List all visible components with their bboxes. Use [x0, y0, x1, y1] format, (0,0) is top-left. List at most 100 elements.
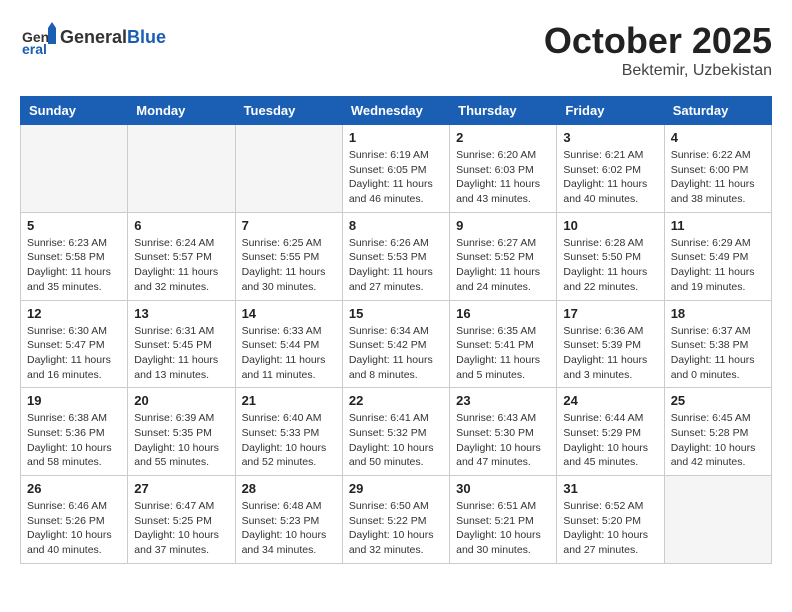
calendar-cell: 11Sunrise: 6:29 AM Sunset: 5:49 PM Dayli… — [664, 212, 771, 300]
month-year: October 2025 — [544, 20, 772, 62]
day-info: Sunrise: 6:19 AM Sunset: 6:05 PM Dayligh… — [349, 148, 443, 207]
calendar-cell: 25Sunrise: 6:45 AM Sunset: 5:28 PM Dayli… — [664, 388, 771, 476]
day-number: 27 — [134, 481, 228, 496]
calendar-cell: 29 Sunrise: 6:50 AM Sunset: 5:22 PM Dayli… — [342, 476, 449, 564]
day-number: 29 — [349, 481, 443, 496]
day-number: 19 — [27, 393, 121, 408]
calendar-cell: 1Sunrise: 6:19 AM Sunset: 6:05 PM Daylig… — [342, 125, 449, 213]
day-number: 4 — [671, 130, 765, 145]
day-number: 5 — [27, 218, 121, 233]
day-info: Sunrise: 6:35 AM Sunset: 5:41 PM Dayligh… — [456, 324, 550, 383]
week-row-3: 12Sunrise: 6:30 AM Sunset: 5:47 PM Dayli… — [21, 300, 772, 388]
calendar-cell: 5 Sunrise: 6:23 AM Sunset: 5:58 PM Daylig… — [21, 212, 128, 300]
day-info: Sunrise: 6:20 AM Sunset: 6:03 PM Dayligh… — [456, 148, 550, 207]
calendar-cell: 10 Sunrise: 6:28 AM Sunset: 5:50 PM Dayli… — [557, 212, 664, 300]
calendar-cell: 30 Sunrise: 6:51 AM Sunset: 5:21 PM Dayli… — [450, 476, 557, 564]
day-number: 21 — [242, 393, 336, 408]
logo-icon: Gen eral — [20, 20, 56, 56]
calendar-cell: 8 Sunrise: 6:26 AM Sunset: 5:53 PM Daylig… — [342, 212, 449, 300]
column-header-thursday: Thursday — [450, 97, 557, 125]
calendar-cell — [21, 125, 128, 213]
day-info: Sunrise: 6:22 AM Sunset: 6:00 PM Dayligh… — [671, 148, 765, 207]
day-info: Sunrise: 6:21 AM Sunset: 6:02 PM Dayligh… — [563, 148, 657, 207]
day-info: Sunrise: 6:26 AM Sunset: 5:53 PM Dayligh… — [349, 236, 443, 295]
page-header: Gen eral GeneralBlue October 2025 Bektem… — [20, 20, 772, 80]
day-number: 31 — [563, 481, 657, 496]
location: Bektemir, Uzbekistan — [544, 62, 772, 80]
day-info: Sunrise: 6:52 AM Sunset: 5:20 PM Dayligh… — [563, 499, 657, 558]
day-info: Sunrise: 6:46 AM Sunset: 5:26 PM Dayligh… — [27, 499, 121, 558]
calendar-cell: 14 Sunrise: 6:33 AM Sunset: 5:44 PM Dayli… — [235, 300, 342, 388]
day-info: Sunrise: 6:33 AM Sunset: 5:44 PM Dayligh… — [242, 324, 336, 383]
day-info: Sunrise: 6:48 AM Sunset: 5:23 PM Dayligh… — [242, 499, 336, 558]
calendar-cell: 27 Sunrise: 6:47 AM Sunset: 5:25 PM Dayli… — [128, 476, 235, 564]
calendar-table: SundayMondayTuesdayWednesdayThursdayFrid… — [20, 96, 772, 564]
day-info: Sunrise: 6:43 AM Sunset: 5:30 PM Dayligh… — [456, 411, 550, 470]
day-info: Sunrise: 6:50 AM Sunset: 5:22 PM Dayligh… — [349, 499, 443, 558]
day-info: Sunrise: 6:41 AM Sunset: 5:32 PM Dayligh… — [349, 411, 443, 470]
calendar-cell: 2Sunrise: 6:20 AM Sunset: 6:03 PM Daylig… — [450, 125, 557, 213]
day-info: Sunrise: 6:37 AM Sunset: 5:38 PM Dayligh… — [671, 324, 765, 383]
week-row-2: 5 Sunrise: 6:23 AM Sunset: 5:58 PM Daylig… — [21, 212, 772, 300]
calendar-cell: 17Sunrise: 6:36 AM Sunset: 5:39 PM Dayli… — [557, 300, 664, 388]
day-info: Sunrise: 6:28 AM Sunset: 5:50 PM Dayligh… — [563, 236, 657, 295]
calendar-cell: 7Sunrise: 6:25 AM Sunset: 5:55 PM Daylig… — [235, 212, 342, 300]
calendar-cell — [128, 125, 235, 213]
calendar-cell: 19 Sunrise: 6:38 AM Sunset: 5:36 PM Dayli… — [21, 388, 128, 476]
calendar-cell — [235, 125, 342, 213]
svg-text:eral: eral — [22, 41, 47, 56]
day-info: Sunrise: 6:39 AM Sunset: 5:35 PM Dayligh… — [134, 411, 228, 470]
day-info: Sunrise: 6:31 AM Sunset: 5:45 PM Dayligh… — [134, 324, 228, 383]
week-row-4: 19 Sunrise: 6:38 AM Sunset: 5:36 PM Dayli… — [21, 388, 772, 476]
column-header-sunday: Sunday — [21, 97, 128, 125]
day-number: 3 — [563, 130, 657, 145]
day-number: 24 — [563, 393, 657, 408]
day-number: 6 — [134, 218, 228, 233]
day-info: Sunrise: 6:24 AM Sunset: 5:57 PM Dayligh… — [134, 236, 228, 295]
day-number: 28 — [242, 481, 336, 496]
day-info: Sunrise: 6:25 AM Sunset: 5:55 PM Dayligh… — [242, 236, 336, 295]
day-info: Sunrise: 6:47 AM Sunset: 5:25 PM Dayligh… — [134, 499, 228, 558]
calendar-cell: 26Sunrise: 6:46 AM Sunset: 5:26 PM Dayli… — [21, 476, 128, 564]
day-number: 15 — [349, 306, 443, 321]
column-header-monday: Monday — [128, 97, 235, 125]
day-number: 10 — [563, 218, 657, 233]
calendar-header-row: SundayMondayTuesdayWednesdayThursdayFrid… — [21, 97, 772, 125]
week-row-5: 26Sunrise: 6:46 AM Sunset: 5:26 PM Dayli… — [21, 476, 772, 564]
column-header-tuesday: Tuesday — [235, 97, 342, 125]
column-header-saturday: Saturday — [664, 97, 771, 125]
day-number: 12 — [27, 306, 121, 321]
column-header-friday: Friday — [557, 97, 664, 125]
day-info: Sunrise: 6:45 AM Sunset: 5:28 PM Dayligh… — [671, 411, 765, 470]
calendar-cell: 16Sunrise: 6:35 AM Sunset: 5:41 PM Dayli… — [450, 300, 557, 388]
calendar-cell: 23 Sunrise: 6:43 AM Sunset: 5:30 PM Dayli… — [450, 388, 557, 476]
day-info: Sunrise: 6:27 AM Sunset: 5:52 PM Dayligh… — [456, 236, 550, 295]
calendar-cell: 3 Sunrise: 6:21 AM Sunset: 6:02 PM Daylig… — [557, 125, 664, 213]
day-info: Sunrise: 6:36 AM Sunset: 5:39 PM Dayligh… — [563, 324, 657, 383]
calendar-cell: 9 Sunrise: 6:27 AM Sunset: 5:52 PM Daylig… — [450, 212, 557, 300]
day-number: 20 — [134, 393, 228, 408]
logo-blue: Blue — [127, 27, 166, 47]
day-info: Sunrise: 6:34 AM Sunset: 5:42 PM Dayligh… — [349, 324, 443, 383]
calendar-cell: 15 Sunrise: 6:34 AM Sunset: 5:42 PM Dayli… — [342, 300, 449, 388]
day-number: 8 — [349, 218, 443, 233]
day-info: Sunrise: 6:29 AM Sunset: 5:49 PM Dayligh… — [671, 236, 765, 295]
day-info: Sunrise: 6:44 AM Sunset: 5:29 PM Dayligh… — [563, 411, 657, 470]
calendar-cell: 6 Sunrise: 6:24 AM Sunset: 5:57 PM Daylig… — [128, 212, 235, 300]
column-header-wednesday: Wednesday — [342, 97, 449, 125]
title-block: October 2025 Bektemir, Uzbekistan — [544, 20, 772, 80]
day-number: 14 — [242, 306, 336, 321]
calendar-cell: 22 Sunrise: 6:41 AM Sunset: 5:32 PM Dayli… — [342, 388, 449, 476]
day-number: 23 — [456, 393, 550, 408]
calendar-cell: 28 Sunrise: 6:48 AM Sunset: 5:23 PM Dayli… — [235, 476, 342, 564]
logo: Gen eral GeneralBlue — [20, 20, 166, 56]
day-number: 22 — [349, 393, 443, 408]
calendar-cell — [664, 476, 771, 564]
day-info: Sunrise: 6:38 AM Sunset: 5:36 PM Dayligh… — [27, 411, 121, 470]
calendar-cell: 20 Sunrise: 6:39 AM Sunset: 5:35 PM Dayli… — [128, 388, 235, 476]
day-number: 30 — [456, 481, 550, 496]
day-number: 9 — [456, 218, 550, 233]
day-info: Sunrise: 6:23 AM Sunset: 5:58 PM Dayligh… — [27, 236, 121, 295]
day-info: Sunrise: 6:51 AM Sunset: 5:21 PM Dayligh… — [456, 499, 550, 558]
calendar-cell: 4 Sunrise: 6:22 AM Sunset: 6:00 PM Daylig… — [664, 125, 771, 213]
